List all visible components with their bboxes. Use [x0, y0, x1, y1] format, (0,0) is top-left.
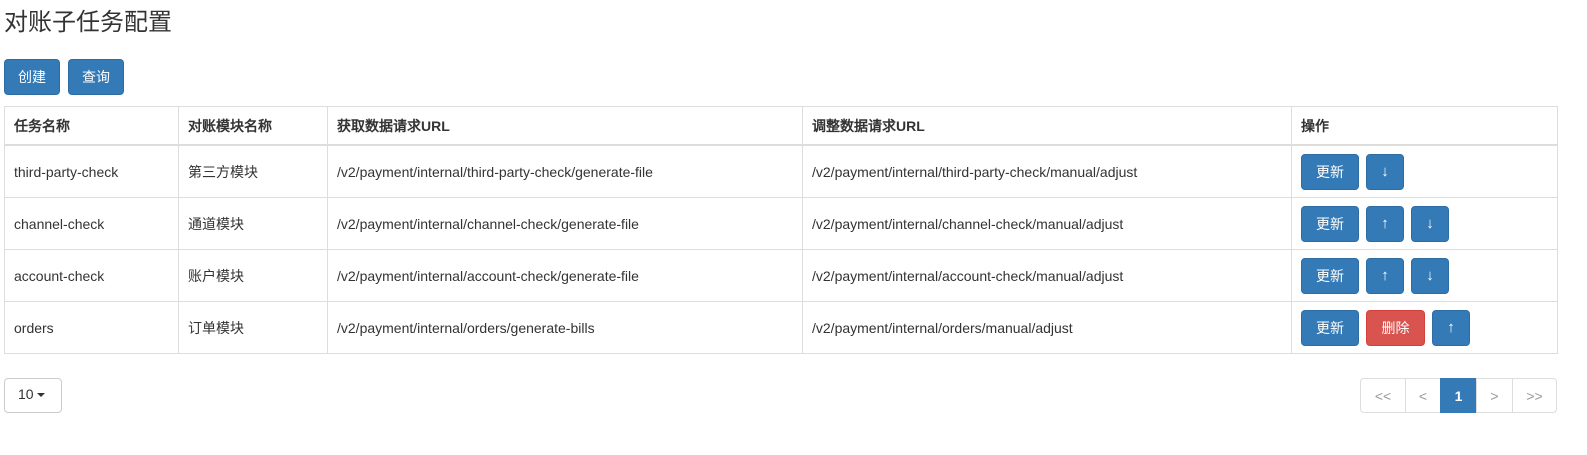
column-header-actions: 操作 [1291, 106, 1558, 146]
actions-cell: 更新 ↑ ↓ [1291, 197, 1558, 250]
caret-down-icon [36, 393, 45, 398]
toolbar: 创建 查询 [4, 59, 132, 95]
module-name-cell: 第三方模块 [178, 144, 328, 198]
module-name-cell: 通道模块 [178, 197, 328, 250]
adjust-url-cell: /v2/payment/internal/orders/manual/adjus… [802, 301, 1292, 354]
update-button[interactable]: 更新 [1301, 309, 1359, 346]
move-down-button[interactable]: ↓ [1411, 257, 1449, 294]
delete-button[interactable]: 删除 [1366, 309, 1425, 346]
task-name-cell: third-party-check [4, 144, 179, 198]
page-size-value: 10 [18, 386, 34, 402]
table-header-row: 任务名称 对账模块名称 获取数据请求URL 调整数据请求URL 操作 [4, 106, 1558, 146]
module-name-cell: 订单模块 [178, 301, 328, 354]
prev-page-button[interactable]: < [1405, 378, 1441, 413]
move-down-button[interactable]: ↓ [1366, 153, 1404, 190]
column-header-fetch-url: 获取数据请求URL [327, 106, 803, 146]
fetch-url-cell: /v2/payment/internal/third-party-check/g… [327, 144, 803, 198]
table-row: account-check 账户模块 /v2/payment/internal/… [4, 249, 1558, 302]
pagination: << < 1 > >> [1360, 378, 1557, 413]
adjust-url-cell: /v2/payment/internal/third-party-check/m… [802, 144, 1292, 198]
page: 对账子任务配置 创建 查询 任务名称 对账模块名称 获取数据请求URL 调整数据请… [0, 0, 1587, 455]
task-name-cell: channel-check [4, 197, 179, 250]
column-header-adjust-url: 调整数据请求URL [802, 106, 1292, 146]
current-page-button[interactable]: 1 [1440, 378, 1477, 413]
actions-cell: 更新 删除 ↑ [1291, 301, 1558, 354]
task-table: 任务名称 对账模块名称 获取数据请求URL 调整数据请求URL 操作 third… [4, 106, 1558, 354]
update-button[interactable]: 更新 [1301, 257, 1359, 294]
task-name-cell: account-check [4, 249, 179, 302]
next-page-button[interactable]: > [1476, 378, 1513, 413]
fetch-url-cell: /v2/payment/internal/orders/generate-bil… [327, 301, 803, 354]
fetch-url-cell: /v2/payment/internal/account-check/gener… [327, 249, 803, 302]
create-button[interactable]: 创建 [4, 59, 60, 95]
last-page-button[interactable]: >> [1512, 378, 1557, 413]
move-down-button[interactable]: ↓ [1411, 205, 1449, 242]
task-name-cell: orders [4, 301, 179, 354]
column-header-module-name: 对账模块名称 [178, 106, 328, 146]
move-up-button[interactable]: ↑ [1366, 257, 1404, 294]
table-row: channel-check 通道模块 /v2/payment/internal/… [4, 197, 1558, 250]
table-row: third-party-check 第三方模块 /v2/payment/inte… [4, 144, 1558, 198]
page-size-dropdown[interactable]: 10 [4, 378, 62, 413]
update-button[interactable]: 更新 [1301, 205, 1359, 242]
move-up-button[interactable]: ↑ [1366, 205, 1404, 242]
table-row: orders 订单模块 /v2/payment/internal/orders/… [4, 301, 1558, 354]
module-name-cell: 账户模块 [178, 249, 328, 302]
adjust-url-cell: /v2/payment/internal/channel-check/manua… [802, 197, 1292, 250]
column-header-task-name: 任务名称 [4, 106, 179, 146]
update-button[interactable]: 更新 [1301, 153, 1359, 190]
page-title: 对账子任务配置 [4, 9, 172, 36]
move-up-button[interactable]: ↑ [1432, 309, 1470, 346]
actions-cell: 更新 ↓ [1291, 144, 1558, 198]
query-button[interactable]: 查询 [68, 59, 124, 95]
fetch-url-cell: /v2/payment/internal/channel-check/gener… [327, 197, 803, 250]
first-page-button[interactable]: << [1360, 378, 1406, 413]
adjust-url-cell: /v2/payment/internal/account-check/manua… [802, 249, 1292, 302]
actions-cell: 更新 ↑ ↓ [1291, 249, 1558, 302]
